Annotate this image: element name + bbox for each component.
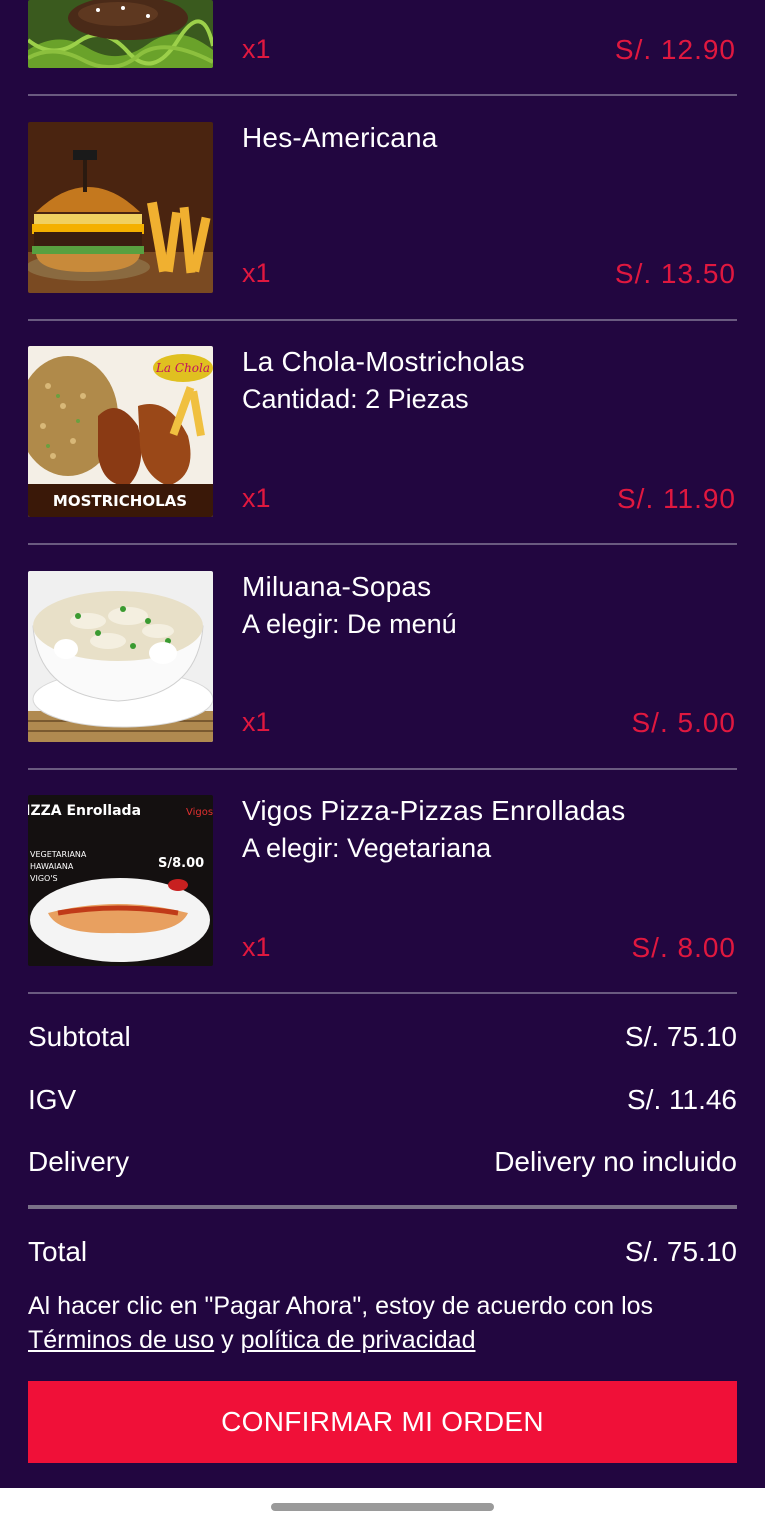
item-quantity: x1 [242, 258, 271, 288]
item-divider [28, 94, 737, 96]
checkout-screen: x1 S/. 12.90 Hes-Americana x1 S/. 13.50 [0, 0, 765, 1488]
svg-text:HAWAIANA: HAWAIANA [30, 862, 74, 871]
terms-connector: y [214, 1326, 241, 1354]
soup-image[interactable] [28, 571, 213, 742]
spaghetti-image [28, 0, 213, 68]
svg-text:VIGO'S: VIGO'S [30, 874, 58, 883]
svg-text:VEGETARIANA: VEGETARIANA [30, 850, 87, 859]
image-caption: MOSTRICHOLAS [53, 492, 187, 510]
delivery-value: Delivery no incluido [494, 1146, 737, 1177]
item-name: Hes-Americana [242, 122, 438, 153]
item-divider [28, 992, 737, 994]
item-price: S/. 5.00 [631, 707, 736, 738]
item-quantity: x1 [242, 707, 271, 737]
confirm-order-button[interactable]: CONFIRMAR MI ORDEN [28, 1381, 737, 1463]
item-name: Vigos Pizza-Pizzas Enrolladas [242, 795, 626, 826]
total-value: S/. 75.10 [624, 1236, 737, 1267]
subtotal-label: Subtotal [28, 1021, 131, 1052]
burger-image[interactable] [28, 122, 213, 293]
delivery-label: Delivery [28, 1146, 130, 1177]
terms-text: Al hacer clic en "Pagar Ahora", estoy de… [28, 1292, 654, 1320]
summary-divider [28, 1205, 737, 1209]
item-quantity: x1 [242, 932, 271, 962]
igv-label: IGV [28, 1084, 77, 1115]
item-option: A elegir: De menú [242, 609, 457, 639]
terms-notice: Al hacer clic en "Pagar Ahora", estoy de… [28, 1289, 748, 1357]
svg-text:S/8.00: S/8.00 [158, 856, 204, 871]
total-label: Total [28, 1236, 88, 1267]
svg-text:La Chola: La Chola [155, 361, 210, 375]
item-option: Cantidad: 2 Piezas [242, 384, 469, 414]
home-gesture-handle[interactable] [271, 1503, 494, 1511]
igv-value: S/. 11.46 [626, 1084, 737, 1115]
item-quantity: x1 [242, 34, 271, 64]
system-navigation-bar [0, 1488, 765, 1530]
item-name: La Chola-Mostricholas [242, 346, 525, 377]
item-price: S/. 11.90 [616, 483, 736, 514]
svg-text:Vigos: Vigos [186, 807, 213, 818]
item-price: S/. 12.90 [614, 34, 736, 65]
item-quantity: x1 [242, 483, 271, 513]
privacy-policy-link[interactable]: política de privacidad [241, 1326, 476, 1354]
item-divider [28, 768, 737, 770]
image-caption: PIZZA Enrollada [28, 803, 141, 819]
item-divider [28, 543, 737, 545]
terms-of-use-link[interactable]: Términos de uso [28, 1326, 214, 1354]
rolled-pizza-image[interactable]: PIZZA Enrollada VEGETARIANA HAWAIANA VIGO'… [28, 795, 213, 966]
item-option: A elegir: Vegetariana [242, 833, 492, 863]
subtotal-value: S/. 75.10 [624, 1021, 737, 1052]
item-price: S/. 13.50 [614, 258, 736, 289]
item-divider [28, 319, 737, 321]
item-price: S/. 8.00 [631, 932, 736, 963]
fried-chicken-image[interactable]: La Chola MOSTRICHOLAS [28, 346, 213, 517]
item-name: Miluana-Sopas [242, 571, 432, 602]
